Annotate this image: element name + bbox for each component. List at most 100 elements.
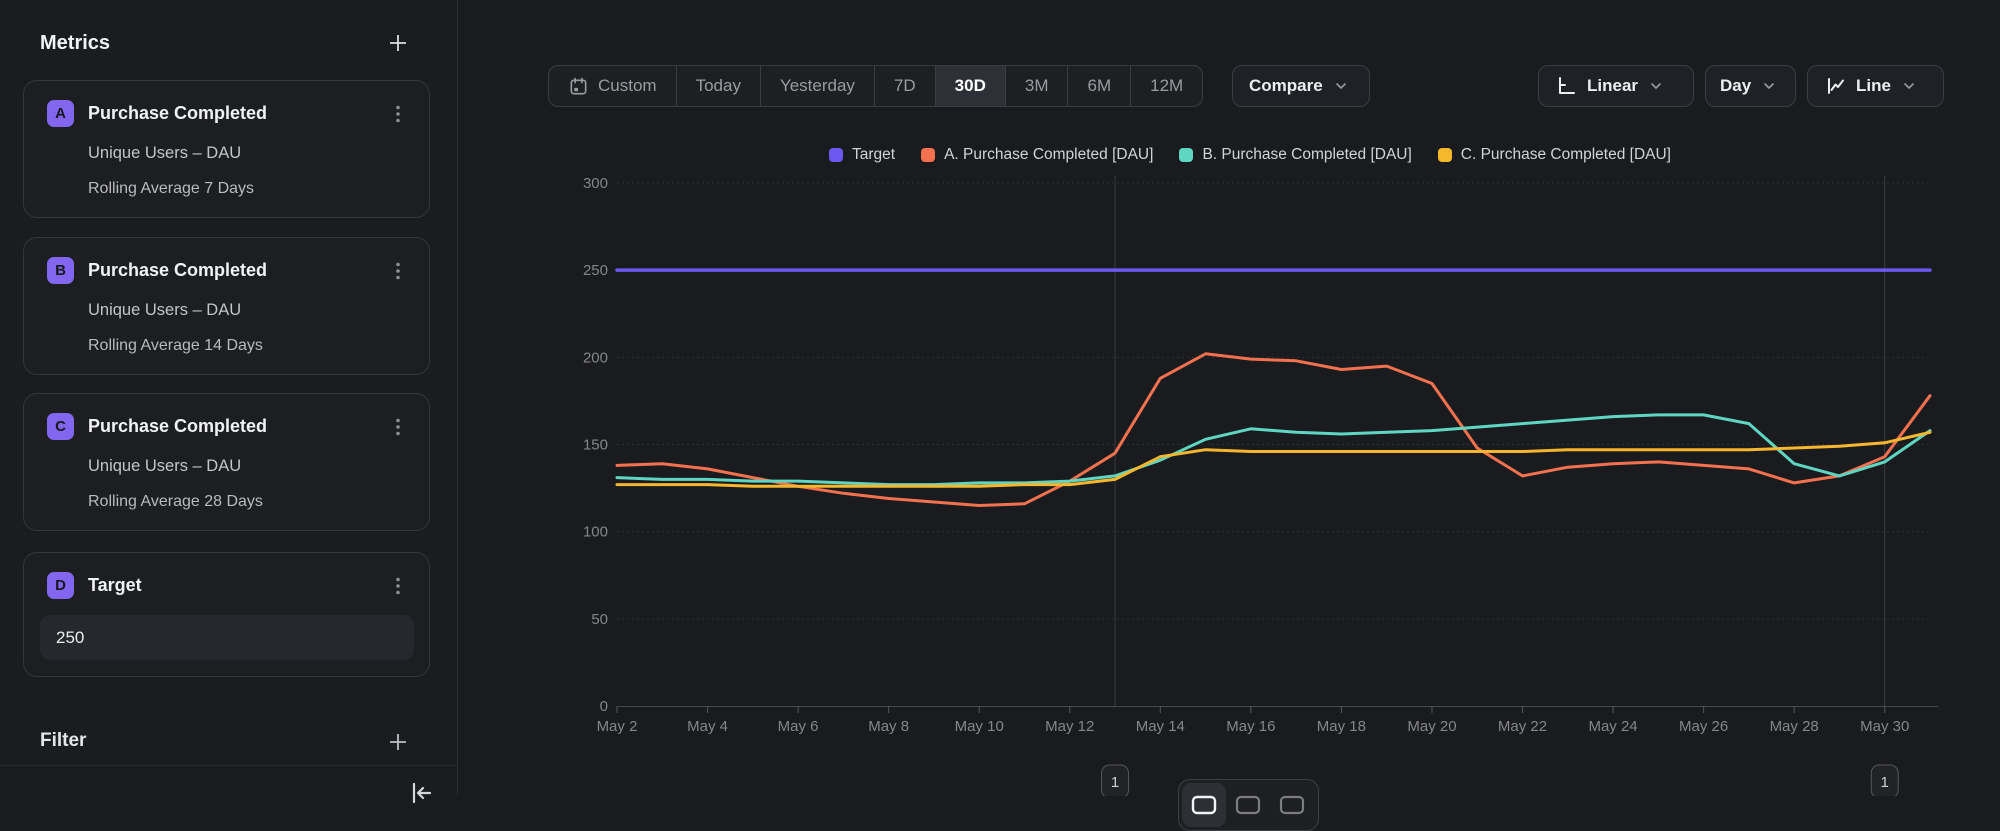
kebab-menu-icon — [388, 103, 408, 125]
metric-title: Purchase Completed — [88, 260, 267, 281]
target-value-input[interactable] — [40, 615, 414, 660]
metric-card-header: CPurchase Completed — [24, 394, 429, 440]
x-axis-label: May 18 — [1317, 718, 1366, 735]
view-option-bar[interactable] — [1226, 783, 1270, 827]
x-axis-label: May 16 — [1226, 718, 1275, 735]
y-axis-label: 250 — [583, 262, 608, 279]
view-option-table[interactable] — [1270, 783, 1314, 827]
metric-title: Purchase Completed — [88, 103, 267, 124]
legend-item[interactable]: A. Purchase Completed [DAU] — [921, 146, 1153, 164]
collapse-panel-icon — [406, 778, 436, 804]
range-option-7d[interactable]: 7D — [874, 66, 935, 106]
metric-detail: Rolling Average 14 Days — [88, 337, 429, 355]
plus-icon — [386, 730, 410, 754]
chart-view-switcher — [1178, 779, 1319, 831]
range-option-6m[interactable]: 6M — [1067, 66, 1130, 106]
chart-type-label: Line — [1856, 76, 1891, 96]
x-axis-label: May 20 — [1407, 718, 1456, 735]
legend-label: B. Purchase Completed [DAU] — [1202, 146, 1411, 164]
compare-label: Compare — [1249, 76, 1323, 96]
x-axis-label: May 30 — [1860, 718, 1909, 735]
range-option-3m[interactable]: 3M — [1005, 66, 1068, 106]
metric-title: Target — [88, 575, 142, 596]
metric-options-button[interactable] — [385, 414, 411, 440]
series-line-c[interactable] — [617, 432, 1930, 486]
legend-swatch — [1438, 148, 1452, 162]
metric-card-header: A Purchase Completed — [24, 81, 429, 127]
x-axis-label: May 22 — [1498, 718, 1547, 735]
legend-swatch — [1179, 148, 1193, 162]
scale-select-button[interactable]: Linear — [1538, 65, 1694, 107]
chart-type-select-button[interactable]: Line — [1807, 65, 1944, 107]
metric-subtitle: Unique Users – DAU — [88, 457, 429, 476]
metric-letter-badge: A — [47, 100, 74, 127]
metrics-sidebar: Metrics APurchase CompletedUnique Users … — [0, 0, 458, 796]
metric-letter-badge: B — [47, 257, 74, 284]
metric-options-button[interactable] — [385, 573, 411, 599]
range-option-today[interactable]: Today — [676, 66, 760, 106]
chevron-down-icon — [1648, 78, 1664, 94]
y-axis-label: 150 — [583, 437, 608, 454]
x-axis-label: May 26 — [1679, 718, 1728, 735]
metric-card-header: B Purchase Completed — [24, 238, 429, 284]
x-axis-label: May 12 — [1045, 718, 1094, 735]
range-option-30d[interactable]: 30D — [935, 66, 1005, 106]
table-view-icon — [1278, 794, 1306, 816]
y-axis-label: 100 — [583, 524, 608, 541]
legend-item[interactable]: Target — [829, 146, 895, 164]
range-option-12m[interactable]: 12M — [1130, 66, 1202, 106]
metric-card-a[interactable]: A Purchase Completed Unique Users – DAU Rol… — [23, 80, 430, 218]
legend-label: C. Purchase Completed [DAU] — [1461, 146, 1671, 164]
range-option-label: 6M — [1087, 76, 1111, 96]
range-option-yesterday[interactable]: Yesterday — [760, 66, 874, 106]
scale-label: Linear — [1587, 76, 1638, 96]
view-option-line[interactable] — [1182, 783, 1226, 827]
x-axis-label: May 4 — [687, 718, 728, 735]
kebab-menu-icon — [388, 416, 408, 438]
metric-detail: Rolling Average 7 Days — [88, 180, 429, 198]
line-chart: 300250200150100500May 2May 4May 6May 8Ma… — [540, 170, 2000, 796]
metric-letter-badge: D — [47, 572, 74, 599]
metric-card-b[interactable]: B Purchase Completed Unique Users – DAU Rol… — [23, 237, 430, 375]
calendar-icon — [568, 76, 589, 97]
x-axis-label: May 10 — [955, 718, 1004, 735]
annotation-badge-may-13[interactable]: 1 — [1102, 765, 1129, 796]
range-option-label: Yesterday — [780, 76, 855, 96]
x-axis-label: May 6 — [778, 718, 819, 735]
metric-options-button[interactable] — [385, 101, 411, 127]
chevron-down-icon — [1901, 78, 1917, 94]
add-metric-button[interactable] — [383, 28, 413, 58]
plus-icon — [386, 31, 410, 55]
y-axis-label: 200 — [583, 349, 608, 366]
legend-label: Target — [852, 146, 895, 164]
y-axis-label: 0 — [600, 698, 608, 715]
kebab-menu-icon — [388, 575, 408, 597]
range-option-custom[interactable]: Custom — [549, 66, 676, 106]
granularity-select-button[interactable]: Day — [1705, 65, 1796, 107]
add-filter-button[interactable] — [383, 727, 413, 757]
metric-card-header: D Target — [24, 553, 429, 599]
range-option-label: Today — [696, 76, 741, 96]
range-option-label: 7D — [894, 76, 916, 96]
filter-title: Filter — [40, 730, 86, 752]
range-option-label: 12M — [1150, 76, 1183, 96]
metric-options-button[interactable] — [385, 258, 411, 284]
x-axis-label: May 28 — [1770, 718, 1819, 735]
bar-view-icon — [1234, 794, 1262, 816]
sidebar-divider — [0, 765, 458, 766]
legend-item[interactable]: C. Purchase Completed [DAU] — [1438, 146, 1671, 164]
line-view-icon — [1190, 794, 1218, 816]
legend-swatch — [921, 148, 935, 162]
chevron-down-icon — [1333, 78, 1349, 94]
compare-button[interactable]: Compare — [1232, 65, 1370, 107]
x-axis-label: May 2 — [597, 718, 638, 735]
metric-subtitle: Unique Users – DAU — [88, 144, 429, 163]
legend-item[interactable]: B. Purchase Completed [DAU] — [1179, 146, 1411, 164]
annotation-badge-label: 1 — [1111, 774, 1119, 791]
metric-subtitle: Unique Users – DAU — [88, 301, 429, 320]
metric-card-c[interactable]: CPurchase CompletedUnique Users – DAURol… — [23, 393, 430, 531]
annotation-badge-may-30[interactable]: 1 — [1871, 765, 1898, 796]
collapse-sidebar-button[interactable] — [403, 778, 439, 808]
metric-card-d[interactable]: D Target — [23, 552, 430, 677]
annotation-badge-label: 1 — [1881, 774, 1889, 791]
